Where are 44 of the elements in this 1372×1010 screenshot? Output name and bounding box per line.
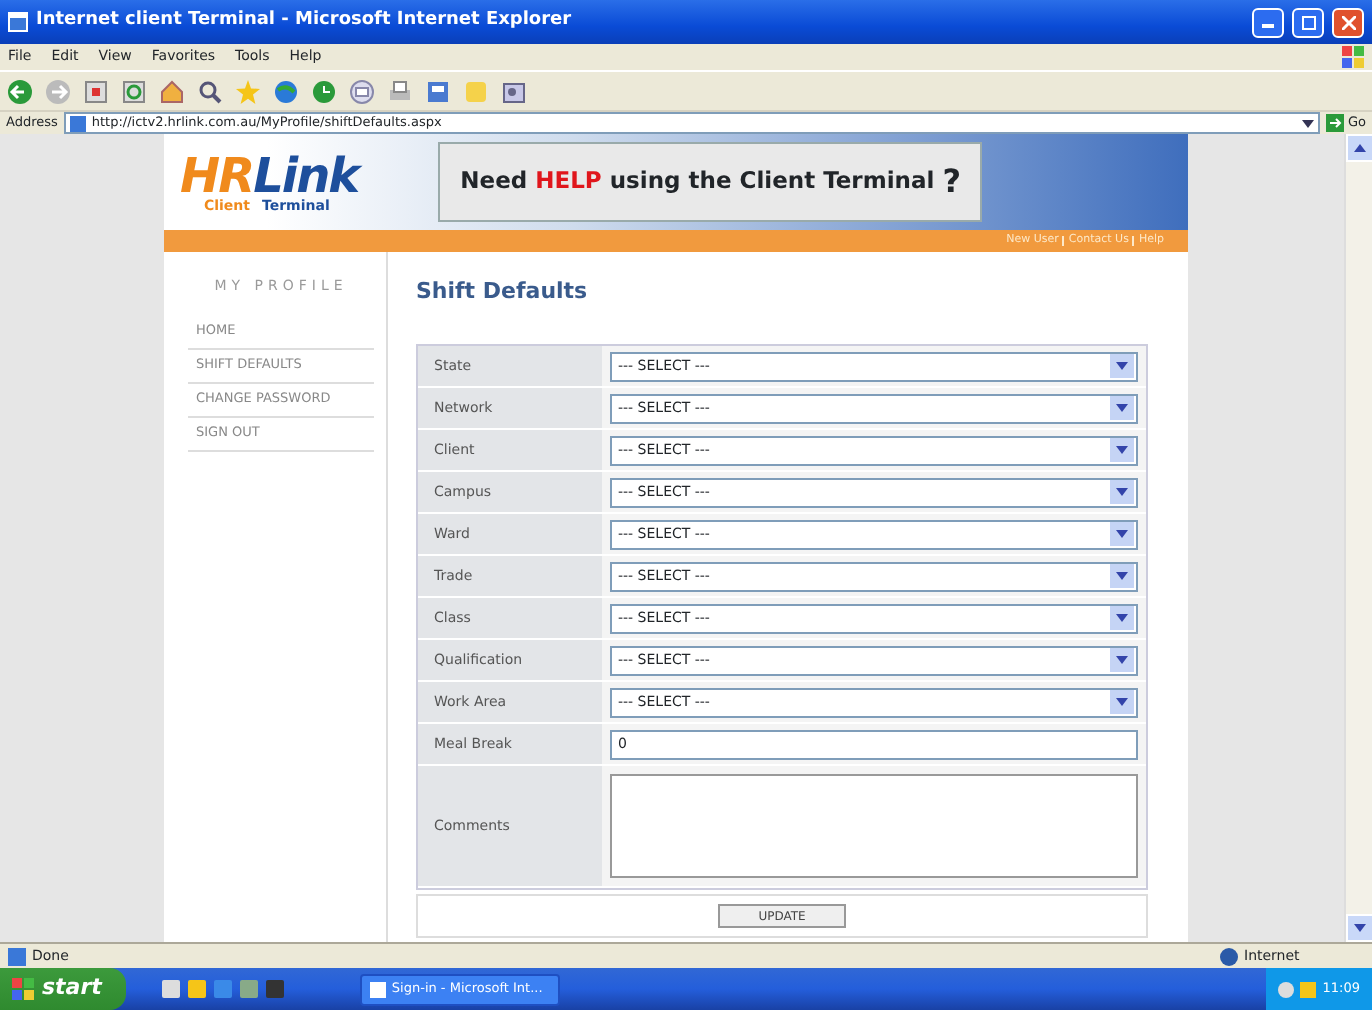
page-title: Shift Defaults [416,276,590,308]
close-button[interactable] [1332,7,1364,37]
scroll-down-icon [1354,924,1366,932]
home-icon[interactable] [160,79,184,103]
dropdown-arrow-icon [1116,403,1128,413]
banner-text: HELP [535,164,602,199]
stop-icon[interactable] [84,79,108,103]
help-banner[interactable]: Need HELP using the Client Terminal ? [438,142,983,222]
banner-text: Need [460,164,528,199]
banner-text: ? [942,160,961,204]
browser-icon [8,12,28,32]
browser-icon [369,981,386,997]
dropdown-arrow-icon [1301,117,1314,129]
scrollbar[interactable] [1344,134,1372,942]
scroll-up-icon [1354,144,1366,152]
star-icon[interactable] [236,79,260,103]
maximize-icon [1301,15,1315,29]
print-icon[interactable] [388,79,412,103]
maximize-button[interactable] [1292,7,1324,37]
start-button[interactable]: start [0,968,126,1010]
windows-flag-icon [12,978,34,1000]
back-icon[interactable] [8,79,32,103]
minimize-button[interactable] [1252,7,1284,37]
globe-icon[interactable] [274,79,298,103]
dropdown-arrow-icon [1116,613,1128,623]
go-arrow-icon [1325,114,1344,132]
dropdown-arrow-icon [1116,487,1128,497]
dropdown-arrow-icon [1116,571,1128,581]
window-title: Internet client Terminal - Microsoft Internet Explorer [36,8,572,35]
dropdown-arrow-icon [1116,529,1128,539]
comments-field[interactable] [610,774,1138,878]
windows-flag-icon [1342,46,1364,68]
close-icon [1341,15,1355,29]
forward-icon[interactable] [46,79,70,103]
dropdown-arrow-icon [1116,655,1128,665]
globe-icon [1220,947,1238,965]
logo: HRLink [180,151,359,199]
search-icon[interactable] [198,79,222,103]
page-icon [8,947,26,965]
dropdown-arrow-icon [1116,697,1128,707]
banner-text: using the Client Terminal [609,164,935,199]
page-icon [69,115,86,131]
dropdown-arrow-icon [1116,361,1128,371]
dropdown-arrow-icon [1116,445,1128,455]
